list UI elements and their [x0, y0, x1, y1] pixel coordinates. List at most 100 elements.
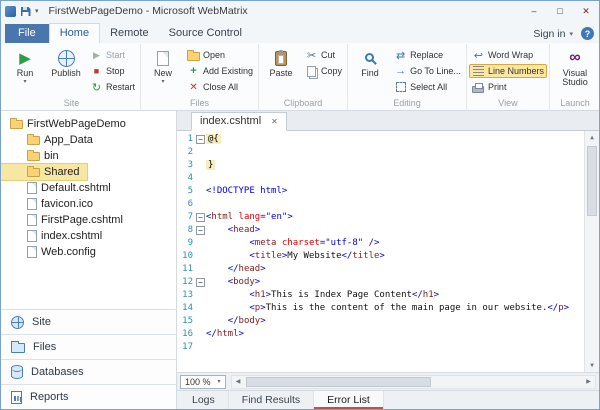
paste-button[interactable]: Paste [261, 45, 301, 97]
open-button[interactable]: Open [184, 48, 256, 62]
select-all-button[interactable]: Select All [391, 80, 464, 94]
word-wrap-icon: ↩ [472, 49, 485, 62]
bottom-tab-find-results[interactable]: Find Results [229, 391, 314, 409]
tree-item-web-config[interactable]: Web.config [1, 244, 104, 260]
tab-remote[interactable]: Remote [100, 24, 159, 43]
line-number: 14 [177, 302, 195, 315]
tab-home[interactable]: Home [49, 23, 100, 43]
restart-button[interactable]: ↻ Restart [87, 80, 138, 94]
tree-item-favicon-ico[interactable]: favicon.ico [1, 196, 101, 212]
tree-item-shared[interactable]: Shared [1, 164, 87, 180]
workspace-label: Databases [31, 366, 84, 378]
save-icon[interactable] [20, 6, 31, 17]
fold-toggle-icon[interactable]: − [196, 226, 205, 235]
minimize-button[interactable]: – [521, 2, 547, 21]
tree-root[interactable]: FirstWebPageDemo [1, 116, 134, 132]
tree-item-label: App_Data [44, 134, 93, 146]
main-area: FirstWebPageDemo App_DatabinSharedDefaul… [1, 111, 599, 409]
code-line: 16</html> [177, 328, 599, 341]
close-all-button[interactable]: ✕ Close All [184, 80, 256, 94]
tab-source-control[interactable]: Source Control [159, 24, 252, 43]
sign-in-button[interactable]: Sign in ▾ [533, 28, 573, 43]
editor-column: index.cshtml ✕ 1−@{23}45<!DOCTYPE html>6… [177, 111, 599, 409]
start-button[interactable]: ▶ Start [87, 48, 138, 62]
line-number: 5 [177, 185, 195, 198]
tab-close-icon[interactable]: ✕ [271, 117, 278, 126]
file-icon [27, 246, 37, 258]
quick-access-toolbar: ▾ [5, 6, 39, 17]
qat-dropdown-icon[interactable]: ▾ [35, 7, 39, 15]
visual-studio-icon: ∞ [569, 48, 580, 68]
tree-item-firstpage-cshtml[interactable]: FirstPage.cshtml [1, 212, 131, 228]
ribbon: ▶ Run ▾ Publish ▶ Start ■ Stop [1, 43, 599, 111]
visual-studio-button[interactable]: ∞ Visual Studio [552, 45, 598, 97]
word-wrap-button[interactable]: ↩ Word Wrap [469, 48, 547, 62]
scroll-left-icon[interactable]: ◀ [232, 378, 245, 385]
workspace-site[interactable]: Site [1, 309, 176, 334]
replace-button[interactable]: ⇄ Replace [391, 48, 464, 62]
code-line: 1−@{ [177, 133, 599, 146]
copy-button[interactable]: Copy [302, 64, 345, 78]
folder-icon [10, 120, 23, 129]
group-label-clipboard: Clipboard [261, 97, 345, 110]
start-icon: ▶ [90, 50, 103, 61]
line-number: 17 [177, 341, 195, 354]
zoom-control[interactable]: 100 % ▾ [180, 375, 226, 389]
run-button[interactable]: ▶ Run ▾ [5, 45, 45, 97]
new-button[interactable]: New ▾ [143, 45, 183, 97]
bottom-tab-error-list[interactable]: Error List [314, 391, 384, 409]
tree-item-bin[interactable]: bin [1, 148, 67, 164]
scroll-up-icon[interactable]: ▲ [585, 131, 599, 144]
bottom-tab-logs[interactable]: Logs [179, 391, 229, 409]
reports-workspace-icon [11, 391, 22, 404]
tree-item-app-data[interactable]: App_Data [1, 132, 101, 148]
scroll-right-icon[interactable]: ▶ [582, 378, 595, 385]
cut-button[interactable]: ✂ Cut [302, 48, 345, 62]
tree-item-index-cshtml[interactable]: index.cshtml [1, 228, 110, 244]
paste-icon [275, 51, 287, 66]
zoom-value: 100 % [185, 377, 211, 387]
line-number: 4 [177, 172, 195, 185]
line-number: 16 [177, 328, 195, 341]
fold-toggle-icon[interactable]: − [196, 213, 205, 222]
code-line: 3} [177, 159, 599, 172]
code-line: 5<!DOCTYPE html> [177, 185, 599, 198]
workspace-databases[interactable]: Databases [1, 359, 176, 384]
tree-item-label: Web.config [41, 246, 96, 258]
horizontal-scroll-thumb[interactable] [246, 377, 432, 387]
go-to-line-button[interactable]: → Go To Line... [391, 64, 464, 78]
horizontal-scrollbar[interactable]: ◀ ▶ [231, 375, 596, 389]
print-button[interactable]: Print [469, 80, 547, 94]
line-number: 3 [177, 159, 195, 172]
chevron-down-icon: ▾ [162, 79, 165, 85]
vertical-scrollbar[interactable]: ▲ ▼ [584, 131, 599, 372]
fold-toggle-icon[interactable]: − [196, 135, 205, 144]
line-numbers-button[interactable]: Line Numbers [469, 64, 547, 78]
help-icon[interactable]: ? [581, 27, 594, 40]
editor-tab-index-cshtml[interactable]: index.cshtml ✕ [191, 112, 287, 131]
tab-file[interactable]: File [5, 24, 49, 43]
close-button[interactable]: ✕ [573, 2, 599, 21]
editor-tab-label: index.cshtml [200, 115, 261, 127]
add-existing-button[interactable]: + Add Existing [184, 64, 256, 78]
tree-item-default-cshtml[interactable]: Default.cshtml [1, 180, 119, 196]
find-button[interactable]: Find [350, 45, 390, 97]
select-all-icon [396, 82, 406, 92]
vertical-scroll-thumb[interactable] [587, 146, 597, 216]
workspace-files[interactable]: Files [1, 334, 176, 359]
code-lines: 1−@{23}45<!DOCTYPE html>67−<html lang="e… [177, 133, 599, 354]
line-number: 8 [177, 224, 195, 237]
code-line: 8− <head> [177, 224, 599, 237]
line-number: 6 [177, 198, 195, 211]
folder-icon [27, 152, 40, 161]
publish-button[interactable]: Publish [46, 45, 86, 97]
fold-toggle-icon[interactable]: − [196, 278, 205, 287]
workspace-reports[interactable]: Reports [1, 384, 176, 409]
code-editor[interactable]: 1−@{23}45<!DOCTYPE html>67−<html lang="e… [177, 131, 599, 372]
tree-root-label: FirstWebPageDemo [27, 118, 126, 130]
maximize-button[interactable]: □ [547, 2, 573, 21]
window-title: FirstWebPageDemo - Microsoft WebMatrix [49, 5, 248, 17]
scroll-down-icon[interactable]: ▼ [585, 359, 599, 372]
ribbon-group-files: New ▾ Open + Add Existing ✕ Close All [141, 44, 259, 110]
stop-button[interactable]: ■ Stop [87, 64, 138, 78]
